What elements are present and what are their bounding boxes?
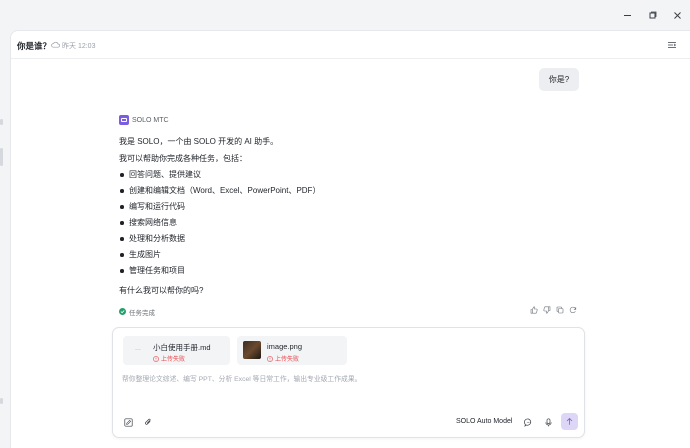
list-item: 生成图片 [119,250,320,266]
file-icon: ··· [129,341,147,359]
error-icon [267,355,273,362]
refresh-icon[interactable] [569,306,577,314]
paperclip-icon[interactable] [144,418,153,427]
thumbs-up-icon[interactable] [530,306,538,314]
error-icon [153,355,159,362]
window-titlebar [0,0,690,30]
check-circle-icon [119,308,126,315]
upload-status: 上传失败 [153,354,185,363]
close-icon[interactable] [670,8,684,22]
thumbs-down-icon[interactable] [543,306,551,314]
list-item: 编写和运行代码 [119,202,320,218]
assistant-intro: 我是 SOLO，一个由 SOLO 开发的 AI 助手。 [119,137,279,146]
minimize-icon[interactable] [620,8,634,22]
sidebar-marker [0,119,3,125]
image-thumbnail [243,341,261,359]
upload-status-label: 上传失败 [275,357,300,363]
attachment-name: image.png [267,342,303,351]
upload-status: 上传失败 [267,354,299,363]
assistant-closing: 有什么我可以帮你的吗? [119,286,204,295]
send-button[interactable] [561,413,578,430]
menu-icon[interactable] [667,40,677,50]
attachment-card[interactable]: ··· 小白使用手册.md 上传失败 [123,336,230,365]
upload-status-label: 上传失败 [161,357,186,363]
cloud-icon [51,41,60,48]
assistant-header: SOLO MTC [119,115,169,125]
task-status-label: 任务完成 [129,309,155,317]
capability-list: 回答问题、提供建议 创建和编辑文档（Word、Excel、PowerPoint、… [119,170,320,282]
list-item: 回答问题、提供建议 [119,170,320,186]
model-selector[interactable]: SOLO Auto Model [456,418,512,425]
task-status: 任务完成 [119,307,155,317]
sidebar-collapsed [0,30,10,448]
microphone-icon[interactable] [544,418,553,427]
sidebar-marker [0,398,3,404]
message-composer: ··· 小白使用手册.md 上传失败 image.png 上传失败 SOLO A… [112,327,585,438]
chat-panel: 你是谁？ 昨天 12:03 你是? SOLO MTC 我是 SOLO，一个由 S… [10,30,690,448]
conversation-time: 昨天 12:03 [62,43,96,50]
assistant-avatar [119,115,129,125]
sidebar-marker [0,148,3,166]
list-item: 管理任务和项目 [119,266,320,282]
conversation-header: 你是谁？ 昨天 12:03 [11,31,690,59]
arrow-up-icon [566,417,573,425]
maximize-icon[interactable] [645,8,659,22]
edit-icon[interactable] [124,418,133,427]
attachment-name: 小白使用手册.md [153,343,211,352]
conversation-title: 你是谁？ [17,41,52,51]
assistant-name: SOLO MTC [132,116,169,124]
list-item: 处理和分析数据 [119,234,320,250]
assistant-subtitle: 我可以帮助你完成各种任务，包括： [119,154,247,163]
copy-icon[interactable] [556,306,564,314]
list-item: 搜索网络信息 [119,218,320,234]
prompt-input[interactable] [122,373,562,385]
chat-icon[interactable] [524,418,533,427]
user-message-bubble: 你是? [539,68,579,91]
attachment-card[interactable]: image.png 上传失败 [237,336,347,365]
message-actions [530,306,577,314]
list-item: 创建和编辑文档（Word、Excel、PowerPoint、PDF） [119,186,320,202]
